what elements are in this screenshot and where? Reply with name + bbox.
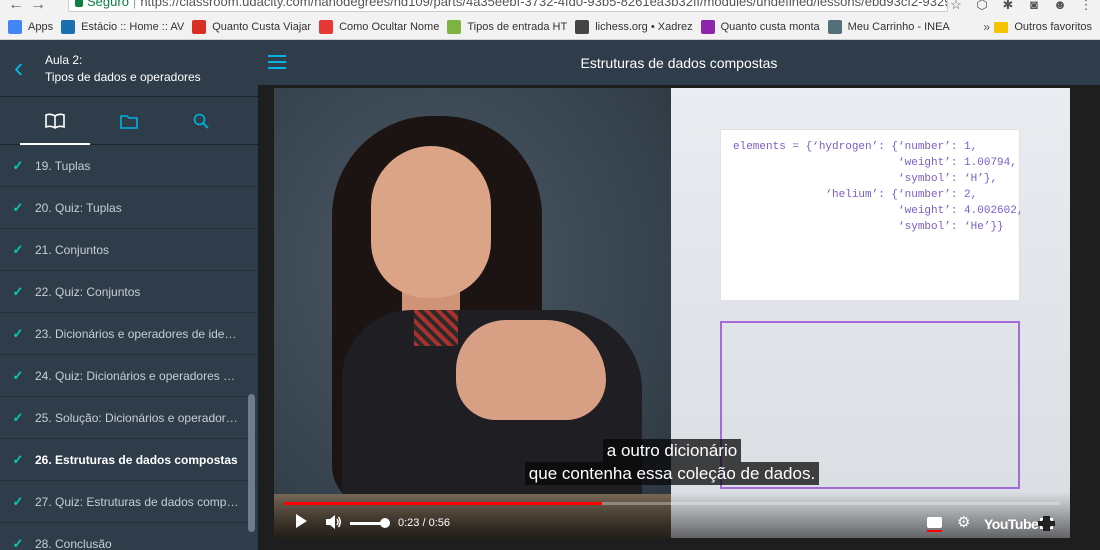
lichess-icon xyxy=(575,19,590,34)
other-bookmarks[interactable]: Outros favoritos xyxy=(994,14,1092,39)
list-item-active[interactable]: ✓ 26. Estruturas de dados compostas xyxy=(0,439,258,481)
lesson-number: Aula 2: xyxy=(45,53,83,67)
captions-icon[interactable] xyxy=(927,517,942,528)
progress-bar[interactable] xyxy=(284,502,1060,505)
bookmark-item[interactable]: Quanto Custa Viajar xyxy=(192,19,311,34)
back-arrow-icon[interactable]: ← xyxy=(8,0,24,14)
presenter-collar xyxy=(414,310,458,346)
code-snippet: elements = {‘hydrogen’: {‘number’: 1, ‘w… xyxy=(733,141,1024,233)
checkmark-icon: ✓ xyxy=(12,535,24,550)
extension-puzzle-icon[interactable]: ✱ xyxy=(1000,0,1016,12)
lesson-title: Tipos de dados e operadores xyxy=(45,70,201,84)
player-controls: 0:23 / 0:56 ⚙ YouTube xyxy=(274,492,1070,538)
bookmark-item[interactable]: lichess.org • Xadrez xyxy=(575,19,693,34)
presenter-face xyxy=(371,146,491,298)
search-icon xyxy=(193,113,209,129)
list-item[interactable]: ✓ 28. Conclusão xyxy=(0,523,258,550)
list-item[interactable]: ✓ 27. Quiz: Estruturas de dados compostas xyxy=(0,481,258,523)
video-player[interactable]: elements = {‘hydrogen’: {‘number’: 1, ‘w… xyxy=(274,88,1070,538)
bookmarks-bar: Apps Estácio :: Home :: AV Quanto Custa … xyxy=(0,14,1100,40)
youtube-logo[interactable]: YouTube xyxy=(984,516,1039,532)
url-text: https://classroom.udacity.com/nanodegree… xyxy=(140,0,947,9)
captions-active-indicator xyxy=(927,530,942,532)
back-chevron-icon[interactable]: ‹ xyxy=(14,54,23,82)
bookmark-item[interactable]: Apps xyxy=(8,19,53,34)
quanto-custa-icon xyxy=(192,19,207,34)
progress-fill xyxy=(284,502,603,505)
sidebar-tabs xyxy=(0,97,258,145)
checkmark-icon: ✓ xyxy=(12,367,24,383)
page-title: Estruturas de dados compostas xyxy=(580,55,778,71)
content-topbar: Estruturas de dados compostas xyxy=(258,40,1100,85)
list-item[interactable]: ✓24. Quiz: Dicionários e operadores de i… xyxy=(0,355,258,397)
extension-badge-icon[interactable]: ◙ xyxy=(1026,0,1042,12)
apps-grid-icon xyxy=(8,19,22,34)
star-icon[interactable]: ☆ xyxy=(948,0,964,12)
bookmark-item[interactable]: Estácio :: Home :: AV xyxy=(61,19,184,34)
bookmark-item[interactable]: Tipos de entrada HT xyxy=(447,19,567,34)
como-ocultar-icon xyxy=(319,19,334,34)
play-icon[interactable] xyxy=(296,514,307,528)
caption-line-1: a outro dicionário xyxy=(602,439,742,462)
code-panel: elements = {‘hydrogen’: {‘number’: 1, ‘w… xyxy=(720,129,1024,301)
list-item[interactable]: ✓25. Solução: Dicionários e operadores d… xyxy=(0,397,258,439)
carrinho-icon xyxy=(827,19,842,34)
bookmark-item[interactable]: Como Ocultar Nome xyxy=(319,19,439,34)
list-item[interactable]: ✓ 20. Quiz: Tuplas xyxy=(0,187,258,229)
checkmark-icon: ✓ xyxy=(12,493,24,509)
concept-list: ✓ 19. Tuplas ✓ 20. Quiz: Tuplas ✓ 21. Conju… xyxy=(0,145,258,550)
sidebar-header: ‹ Aula 2: Tipos de dados e operadores xyxy=(0,40,258,97)
quanto-monta-icon xyxy=(700,19,715,34)
folder-icon xyxy=(994,21,1009,33)
volume-knob[interactable] xyxy=(380,518,390,528)
browser-toolbar: ← → Seguro | https://classroom.udacity.com… xyxy=(0,0,1100,14)
w3c-icon xyxy=(447,19,462,34)
menu-dots-icon[interactable]: ⋮ xyxy=(1078,0,1094,12)
estacio-icon xyxy=(61,19,76,34)
gear-icon[interactable]: ⚙ xyxy=(957,513,970,531)
folder-outline-icon xyxy=(120,114,138,129)
list-item[interactable]: ✓23. Dicionários e operadores de identid… xyxy=(0,313,258,355)
secure-label: Seguro xyxy=(87,0,129,9)
extension-shield-icon[interactable]: ⬡ xyxy=(974,0,990,12)
more-bookmarks-button[interactable]: » xyxy=(983,20,990,34)
extension-owl-icon[interactable]: ☻ xyxy=(1052,0,1068,12)
captions: a outro dicionário que contenha essa col… xyxy=(274,439,1070,485)
bookmark-item[interactable]: Quanto custa monta xyxy=(700,19,820,34)
caption-line-2: que contenha essa coleção de dados. xyxy=(524,462,820,485)
checkmark-icon: ✓ xyxy=(12,199,24,215)
time-display: 0:23 / 0:56 xyxy=(398,517,450,529)
list-item[interactable]: ✓ 22. Quiz: Conjuntos xyxy=(0,271,258,313)
lock-icon xyxy=(75,0,83,7)
volume-icon[interactable] xyxy=(326,515,342,529)
list-item[interactable]: ✓ 19. Tuplas xyxy=(0,145,258,187)
list-item[interactable]: ✓ 21. Conjuntos xyxy=(0,229,258,271)
presenter-hands xyxy=(456,320,606,420)
checkmark-icon: ✓ xyxy=(12,451,24,467)
forward-arrow-icon[interactable]: → xyxy=(30,0,46,14)
checkmark-icon: ✓ xyxy=(12,157,24,173)
book-icon xyxy=(45,113,65,129)
checkmark-icon: ✓ xyxy=(12,283,24,299)
checkmark-icon: ✓ xyxy=(12,325,24,341)
checkmark-icon: ✓ xyxy=(12,241,24,257)
lesson-sidebar: ‹ Aula 2: Tipos de dados e operadores ✓ 1… xyxy=(0,40,258,550)
sidebar-scrollbar[interactable] xyxy=(248,394,255,532)
address-bar[interactable]: Seguro | https://classroom.udacity.com/nan… xyxy=(68,0,948,12)
bookmark-item[interactable]: Meu Carrinho - INEA xyxy=(827,19,950,34)
tab-search[interactable] xyxy=(158,97,244,145)
checkmark-icon: ✓ xyxy=(12,409,24,425)
